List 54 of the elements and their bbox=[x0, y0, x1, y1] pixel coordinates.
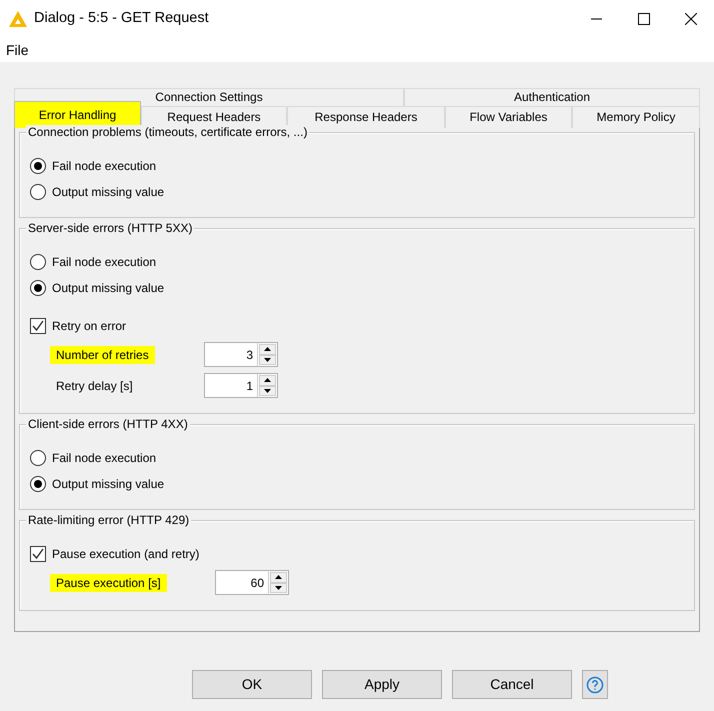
radio-button[interactable] bbox=[30, 476, 46, 492]
group-title: Rate-limiting error (HTTP 429) bbox=[26, 513, 192, 527]
dialog-button[interactable]: Cancel bbox=[452, 670, 572, 699]
app-logo-icon bbox=[8, 10, 28, 28]
down-triangle-icon[interactable] bbox=[275, 586, 282, 590]
radio-label[interactable]: Fail node execution bbox=[52, 253, 156, 271]
spin-down-button[interactable] bbox=[259, 386, 276, 396]
checkbox[interactable] bbox=[30, 318, 46, 334]
group-title: Server-side errors (HTTP 5XX) bbox=[26, 221, 194, 235]
down-triangle-icon[interactable] bbox=[264, 358, 271, 362]
window-title: Dialog - 5:5 - GET Request bbox=[34, 9, 209, 28]
tab[interactable]: Response Headers bbox=[287, 106, 445, 128]
help-icon[interactable] bbox=[586, 676, 604, 694]
spin-up-button[interactable] bbox=[270, 572, 287, 582]
spin-up-button[interactable] bbox=[259, 375, 276, 386]
tab[interactable]: Error Handling bbox=[14, 101, 141, 128]
number-field[interactable]: 60 bbox=[215, 570, 268, 595]
radio-button[interactable] bbox=[30, 158, 46, 174]
field-label: Pause execution [s] bbox=[50, 574, 167, 592]
radio-label[interactable]: Output missing value bbox=[52, 279, 164, 297]
checkbox[interactable] bbox=[30, 546, 46, 562]
up-triangle-icon[interactable] bbox=[264, 347, 271, 352]
number-field[interactable]: 3 bbox=[204, 342, 257, 367]
field-label: Retry delay [s] bbox=[55, 378, 134, 394]
field-label: Number of retries bbox=[50, 346, 155, 364]
up-triangle-icon[interactable] bbox=[275, 575, 282, 580]
group-title: Connection problems (timeouts, certificate errors, ...) bbox=[26, 125, 310, 139]
tab[interactable]: Authentication bbox=[404, 88, 700, 106]
spin-down-button[interactable] bbox=[270, 582, 287, 593]
number-field[interactable]: 1 bbox=[204, 373, 257, 398]
menu-item[interactable]: File bbox=[6, 40, 29, 60]
radio-label[interactable]: Output missing value bbox=[52, 475, 164, 493]
tab[interactable]: Memory Policy bbox=[572, 106, 700, 128]
tab[interactable]: Connection Settings bbox=[14, 88, 404, 106]
spin-down-button[interactable] bbox=[259, 354, 276, 365]
close-icon[interactable] bbox=[684, 13, 696, 25]
checkbox-label[interactable]: Retry on error bbox=[52, 317, 126, 335]
radio-button[interactable] bbox=[30, 184, 46, 200]
radio-label[interactable]: Fail node execution bbox=[52, 449, 156, 467]
checkbox-label[interactable]: Pause execution (and retry) bbox=[52, 545, 200, 563]
group-title: Client-side errors (HTTP 4XX) bbox=[26, 417, 190, 431]
down-triangle-icon[interactable] bbox=[264, 388, 271, 393]
tab[interactable]: Flow Variables bbox=[445, 106, 572, 128]
maximize-icon[interactable] bbox=[638, 13, 650, 25]
dialog-button[interactable]: OK bbox=[192, 670, 312, 699]
radio-label[interactable]: Output missing value bbox=[52, 183, 164, 201]
help-button[interactable] bbox=[582, 670, 608, 699]
radio-button[interactable] bbox=[30, 254, 46, 270]
radio-button[interactable] bbox=[30, 280, 46, 296]
radio-button[interactable] bbox=[30, 450, 46, 466]
spin-up-button[interactable] bbox=[259, 344, 276, 354]
radio-label[interactable]: Fail node execution bbox=[52, 157, 156, 175]
dialog-button[interactable]: Apply bbox=[322, 670, 442, 699]
up-triangle-icon[interactable] bbox=[264, 378, 271, 382]
